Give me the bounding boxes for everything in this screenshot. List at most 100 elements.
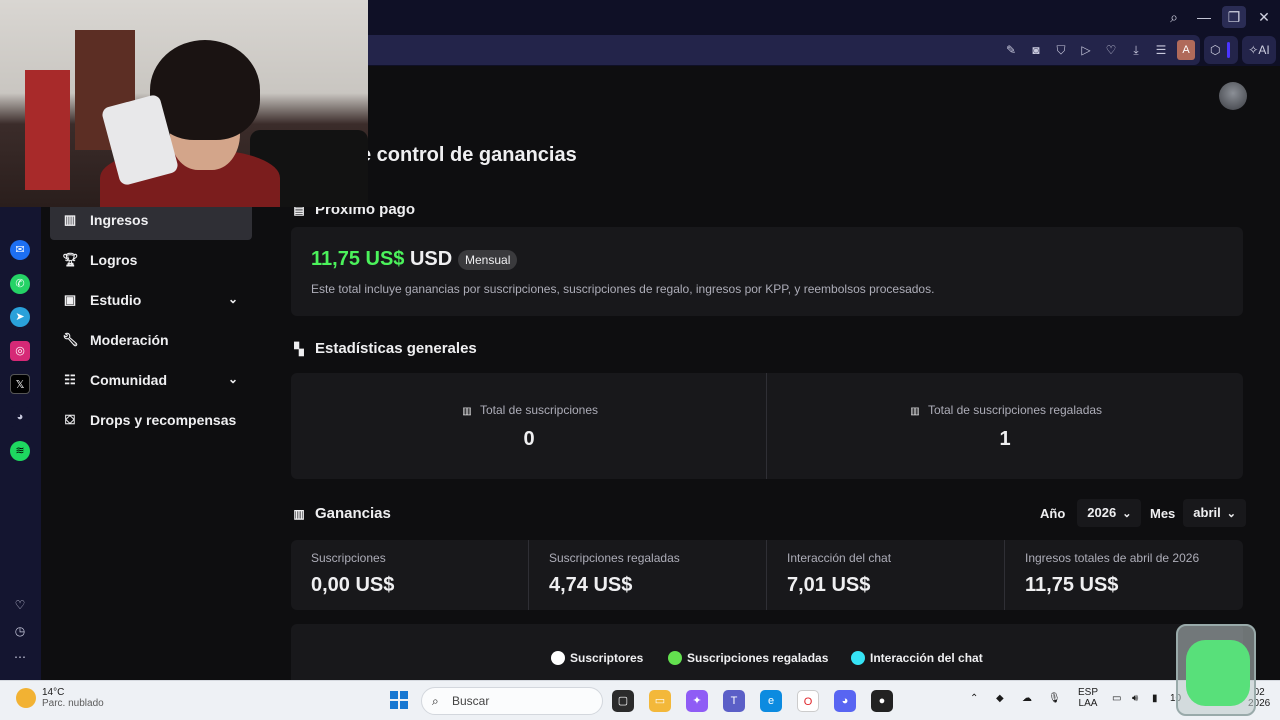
address-bar[interactable] <box>360 35 1200 65</box>
user-avatar[interactable] <box>1219 82 1247 110</box>
minimize-button[interactable]: — <box>1192 6 1216 28</box>
history-icon[interactable]: ◷ <box>10 624 30 640</box>
legend-item-gifted[interactable]: Suscripciones regaladas <box>668 651 828 665</box>
file-explorer-icon[interactable]: ▭ <box>649 690 671 712</box>
year-filter: Año 2026 ⌄ <box>1040 499 1142 527</box>
studio-icon: ▣ <box>63 292 77 307</box>
nav-item-drops[interactable]: ⛋ Drops y recompensas <box>50 400 252 440</box>
maximize-button[interactable]: ❐ <box>1222 6 1246 28</box>
weather-desc: Parc. nublado <box>42 698 104 709</box>
weather-temp: 14°C <box>42 687 65 698</box>
whatsapp-icon[interactable]: ✆ <box>10 274 30 294</box>
stats-icon: ▚ <box>294 341 304 356</box>
nav-item-label: Moderación <box>90 332 169 348</box>
play-icon[interactable]: ▷ <box>1078 42 1094 58</box>
profile-avatar-button[interactable]: A <box>1177 40 1195 60</box>
copilot-icon[interactable]: ✦ <box>686 690 708 712</box>
spotify-icon[interactable]: ≋ <box>10 441 30 461</box>
download-icon[interactable]: ⤓ <box>1128 42 1144 58</box>
legend-label: Suscripciones regaladas <box>687 651 829 665</box>
ai-button[interactable]: ✧AI <box>1242 36 1276 64</box>
payment-amount: 11,75 US$ USD <box>311 248 452 271</box>
earnings-label: Suscripciones regaladas <box>549 551 680 565</box>
legend-dot <box>851 651 865 665</box>
language-indicator[interactable]: ESP LAA <box>1078 687 1098 709</box>
earnings-chat: Interacción del chat 7,01 US$ <box>767 540 1005 610</box>
lang-top: ESP <box>1078 687 1099 698</box>
display-icon[interactable]: ▭ <box>1112 693 1121 704</box>
webcam-background <box>25 70 70 190</box>
discord-taskbar-icon[interactable]: ◕ <box>834 690 856 712</box>
legend-item-subscribers[interactable]: Suscriptores <box>551 651 643 665</box>
next-payment-card: 11,75 US$ USD Mensual Este total incluye… <box>291 227 1243 316</box>
payment-currency: USD <box>409 248 453 270</box>
extensions-button[interactable]: ⬡ <box>1204 36 1238 64</box>
volume-icon[interactable]: 🔊︎ <box>1132 693 1138 704</box>
opera-icon[interactable]: O <box>797 690 819 712</box>
stat-label: Total de suscripciones regaladas <box>927 403 1103 417</box>
earnings-gifted: Suscripciones regaladas 4,74 US$ <box>529 540 767 610</box>
page-scrollbar[interactable] <box>1272 68 1280 680</box>
month-label: Mes <box>1150 505 1176 521</box>
close-button[interactable]: ✕ <box>1252 6 1276 28</box>
stat-total-gifted: ▥ Total de suscripciones regaladas 1 <box>767 373 1243 479</box>
shield-icon[interactable]: ⛉ <box>1053 42 1069 58</box>
search-icon[interactable]: ⌕ <box>1162 6 1186 28</box>
payment-value: 11,75 US$ <box>311 248 405 270</box>
legend-dot <box>551 651 565 665</box>
task-view-icon[interactable]: ▢ <box>612 690 634 712</box>
heart-icon[interactable]: ♡ <box>10 598 30 614</box>
nav-item-estudio[interactable]: ▣ Estudio ⌄ <box>50 280 252 320</box>
nav-item-logros[interactable]: 🏆︎ Logros <box>50 240 252 280</box>
webcam-overlay <box>0 0 368 207</box>
gift-icon: ⛋ <box>65 412 75 427</box>
x-icon[interactable]: 𝕏 <box>10 374 30 394</box>
page-title: e control de ganancias <box>360 144 577 166</box>
discord-icon[interactable]: ◕ <box>10 407 30 427</box>
taskbar-search[interactable]: ⌕ Buscar <box>421 687 603 715</box>
weather-icon <box>16 688 36 708</box>
camera-icon[interactable]: ◙ <box>1028 42 1044 58</box>
chevron-down-icon: ⌄ <box>1122 508 1132 520</box>
earnings-label: Ingresos totales de abril de 2026 <box>1025 551 1200 565</box>
year-select[interactable]: 2026 ⌄ <box>1077 499 1142 527</box>
earnings-value: 0,00 US$ <box>311 574 395 596</box>
battery-icon[interactable]: ▮ <box>1152 693 1158 704</box>
search-placeholder: Buscar <box>452 694 490 708</box>
edge-icon[interactable]: e <box>760 690 782 712</box>
teams-icon[interactable]: T <box>723 690 745 712</box>
obs-icon[interactable]: ● <box>871 690 893 712</box>
edit-icon[interactable]: ✎ <box>1003 42 1019 58</box>
section-title: Ganancias <box>315 505 391 522</box>
menu-icon[interactable]: ☰ <box>1153 42 1169 58</box>
earnings-label: Interacción del chat <box>787 551 892 565</box>
earnings-total: Ingresos totales de abril de 2026 11,75 … <box>1005 540 1243 610</box>
month-filter: Mes abril ⌄ <box>1150 499 1246 527</box>
nav-item-comunidad[interactable]: ☷ Comunidad ⌄ <box>50 360 252 400</box>
payment-description: Este total incluye ganancias por suscrip… <box>311 282 935 296</box>
browser-sidebar: ✉ ✆ ➤ ◎ 𝕏 ◕ ≋ ♡ ◷ ⋯ <box>0 206 41 680</box>
tray-app-icon[interactable]: ◆ <box>996 693 1004 704</box>
more-icon[interactable]: ⋯ <box>10 650 30 666</box>
start-button[interactable] <box>390 691 408 709</box>
telegram-icon[interactable]: ➤ <box>10 307 30 327</box>
section-title: Estadísticas generales <box>315 340 477 357</box>
lang-bottom: LAA <box>1078 698 1098 709</box>
stat-value: 1 <box>999 428 1011 450</box>
earnings-subscriptions: Suscripciones 0,00 US$ <box>291 540 529 610</box>
microphone-icon[interactable]: 🎙︎ <box>1048 693 1061 704</box>
month-select[interactable]: abril ⌄ <box>1183 499 1246 527</box>
heart-icon[interactable]: ♡ <box>1103 42 1119 58</box>
instagram-icon[interactable]: ◎ <box>10 341 30 361</box>
weather-widget[interactable]: 14°C Parc. nublado <box>16 687 104 709</box>
messenger-icon[interactable]: ✉ <box>10 240 30 260</box>
bar-chart-icon: ▥ <box>63 212 77 227</box>
wrench-icon: 🔧︎ <box>62 332 79 347</box>
nav-item-label: Logros <box>90 252 138 268</box>
trophy-icon: 🏆︎ <box>62 252 79 267</box>
onedrive-icon[interactable]: ☁ <box>1022 693 1032 704</box>
legend-item-chat[interactable]: Interacción del chat <box>851 651 983 665</box>
nav-item-moderacion[interactable]: 🔧︎ Moderación <box>50 320 252 360</box>
tray-overflow-icon[interactable]: ⌃ <box>970 693 978 704</box>
sparkle-icon: ✧ <box>1248 43 1259 57</box>
